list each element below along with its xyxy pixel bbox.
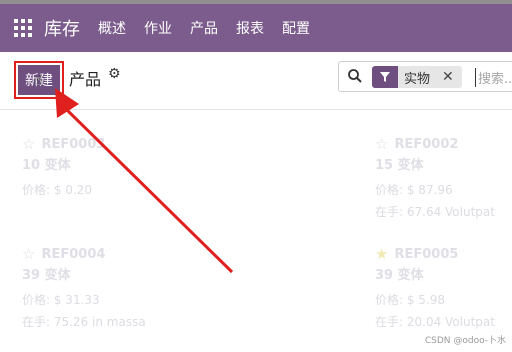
variant-count: 15 变体 [375, 158, 424, 173]
product-on-hand: 在手: 20.04 Volutpat [375, 315, 495, 329]
pointer-hand-icon: ☝ [34, 71, 44, 89]
filter-icon [372, 66, 398, 88]
watermark: CSDN @odoo-卜水 [424, 336, 506, 346]
menu-item-overview[interactable]: 概述 [98, 18, 126, 38]
star-icon[interactable]: ☆ [22, 245, 35, 263]
menu-item-configuration[interactable]: 配置 [282, 18, 310, 38]
product-price: 价格: $ 5.98 [375, 293, 446, 307]
facet-label: 实物 [404, 71, 431, 87]
breadcrumb: 产品 [69, 70, 102, 89]
menu-item-operations[interactable]: 作业 [144, 18, 172, 38]
menu-item-products[interactable]: 产品 [190, 18, 218, 38]
search-input[interactable]: 搜索... [475, 68, 512, 87]
control-panel: 新建 ☝ 产品 ⚙ 实物 ✕ 搜索... [0, 52, 512, 110]
product-card[interactable]: ☆ REF0002 15 变体 价格: $ 87.96 在手: 67.64 Vol… [375, 135, 512, 220]
product-price: 价格: $ 0.20 [22, 183, 93, 197]
favorite-star-icon[interactable]: ★ [375, 245, 388, 263]
star-icon[interactable]: ☆ [375, 135, 388, 153]
product-ref: REF0002 [394, 136, 459, 152]
app-title[interactable]: 库存 [44, 15, 80, 41]
product-price: 价格: $ 31.33 [22, 293, 100, 307]
variant-count: 10 变体 [22, 158, 71, 173]
product-kanban: ☆ REF0003 10 变体 价格: $ 0.20 ☆ REF0002 15 变体… [0, 111, 512, 352]
search-icon[interactable] [347, 68, 363, 84]
variant-count: 39 变体 [375, 268, 424, 283]
product-card[interactable]: ★ REF0005 39 变体 价格: $ 5.98 在手: 20.04 Volu… [375, 245, 512, 330]
gear-icon[interactable]: ⚙ [108, 66, 121, 82]
product-ref: REF0003 [41, 136, 106, 152]
search-bar[interactable]: 实物 ✕ 搜索... [338, 61, 512, 92]
app-grid-icon[interactable] [14, 19, 32, 37]
star-icon[interactable]: ☆ [22, 135, 35, 153]
product-on-hand: 在手: 67.64 Volutpat [375, 205, 495, 219]
menu-item-reporting[interactable]: 报表 [236, 18, 264, 38]
product-card[interactable]: ☆ REF0003 10 变体 价格: $ 0.20 [22, 135, 162, 198]
product-on-hand: 在手: 75.26 in massa [22, 315, 146, 329]
product-price: 价格: $ 87.96 [375, 183, 453, 197]
product-card[interactable]: ☆ REF0004 39 变体 价格: $ 31.33 在手: 75.26 in … [22, 245, 162, 330]
variant-count: 39 变体 [22, 268, 71, 283]
search-facet: 实物 ✕ [372, 66, 462, 88]
remove-facet-icon[interactable]: ✕ [442, 69, 454, 85]
product-ref: REF0005 [394, 246, 459, 262]
product-ref: REF0004 [41, 246, 106, 262]
main-navbar: 库存 概述 作业 产品 报表 配置 [0, 0, 512, 52]
